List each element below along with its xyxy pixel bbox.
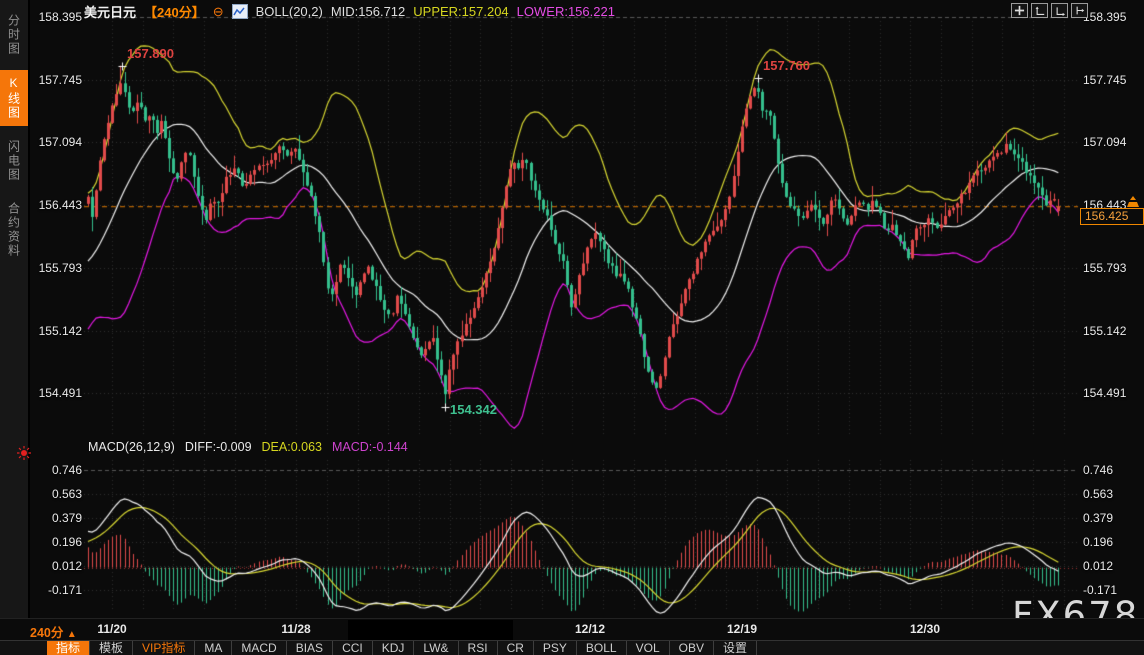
toolbar-button[interactable]: PSY	[534, 641, 577, 655]
sidebar-tab-label: K线图	[6, 76, 23, 120]
sidebar-tab-label: 分时图	[6, 14, 23, 56]
toolbar-button[interactable]: 模板	[90, 641, 133, 655]
price-axis-label: 155.793	[39, 261, 82, 275]
macd-axis-label: 0.012	[52, 559, 82, 573]
macd-dea-value: DEA:0.063	[262, 440, 322, 454]
price-annotation: 154.342	[450, 402, 497, 417]
macd-value: MACD:-0.144	[332, 440, 408, 454]
boll-lower-value: LOWER:156.221	[517, 4, 615, 19]
toolbar-button[interactable]: 设置	[714, 641, 757, 655]
chart-canvas[interactable]	[0, 0, 1144, 655]
toolbar-button[interactable]: MA	[195, 641, 232, 655]
price-axis-label: 155.142	[39, 324, 82, 338]
toolbar-button[interactable]: CCI	[333, 641, 373, 655]
chart-tool-icons	[1011, 3, 1088, 18]
macd-axis-label: 0.379	[52, 511, 82, 525]
date-label: 12/12	[575, 622, 605, 636]
toolbar-button[interactable]: CR	[498, 641, 534, 655]
date-label: 12/30	[910, 622, 940, 636]
price-axis-label: 154.491	[1083, 386, 1126, 400]
sidebar-tab[interactable]: 合约资料	[0, 196, 28, 264]
price-axis-label: 156.443	[39, 198, 82, 212]
toolbar-button[interactable]: VOL	[627, 641, 670, 655]
macd-axis-label: 0.563	[52, 487, 82, 501]
toolbar-button[interactable]: OBV	[670, 641, 714, 655]
toolbar-button[interactable]: VIP指标	[133, 641, 195, 655]
sidebar-tab[interactable]: K线图	[0, 70, 28, 126]
x-axis-row: 240分 ▲ 11/20 11/28 12/12 12/19 12/30	[0, 618, 1144, 641]
trading-app: 分时图 K线图 闪电图 合约资料 美元日元 【240分】 ⊖ BOLL(20,2…	[0, 0, 1144, 655]
period-label[interactable]: 【240分】	[144, 2, 205, 21]
macd-axis-label: -0.171	[48, 583, 82, 597]
sidebar-tab-label: 合约资料	[6, 202, 23, 258]
toolbar-button[interactable]: 指标	[47, 641, 90, 655]
date-label: 11/28	[281, 622, 310, 636]
boll-label: BOLL(20,2)	[256, 4, 323, 19]
boll-upper-value: UPPER:157.204	[413, 4, 508, 19]
axis-scale-bottom-icon[interactable]	[1051, 3, 1068, 18]
chart-titlebar: 美元日元 【240分】 ⊖ BOLL(20,2) MID:156.712 UPP…	[84, 3, 615, 20]
date-label: 11/20	[97, 622, 126, 636]
period-selector-label: 240分	[30, 626, 63, 640]
macd-axis-label: -0.171	[1083, 583, 1117, 597]
period-selector[interactable]: 240分 ▲	[30, 622, 77, 641]
toolbar-button[interactable]: BIAS	[287, 641, 333, 655]
macd-axis-label: 0.746	[52, 463, 82, 477]
macd-axis-label: 0.746	[1083, 463, 1113, 477]
symbol-name: 美元日元	[84, 2, 136, 21]
macd-axis-label: 0.379	[1083, 511, 1113, 525]
price-axis-label: 157.745	[1083, 73, 1126, 87]
macd-name: MACD(26,12,9)	[88, 440, 175, 454]
indicator-toolbar: 指标模板VIP指标MAMACDBIASCCIKDJLW&RSICRPSYBOLL…	[0, 640, 1144, 655]
zoom-out-icon[interactable]: ⊖	[213, 4, 224, 20]
price-axis-label: 157.745	[39, 73, 82, 87]
price-annotation: 157.890	[127, 46, 174, 61]
crosshair-icon[interactable]	[1011, 3, 1028, 18]
axis-scale-left-icon[interactable]	[1031, 3, 1048, 18]
toolbar-button[interactable]: LW&	[414, 641, 458, 655]
macd-axis-label: 0.012	[1083, 559, 1113, 573]
sidebar-tab[interactable]: 闪电图	[0, 134, 28, 188]
toolbar-button[interactable]: MACD	[232, 641, 286, 655]
triangle-up-icon: ▲	[67, 629, 77, 640]
macd-header: MACD(26,12,9) DIFF:-0.009 DEA:0.063 MACD…	[88, 440, 408, 454]
price-axis-label: 155.793	[1083, 261, 1126, 275]
price-annotation: 157.760	[763, 58, 810, 73]
macd-diff-value: DIFF:-0.009	[185, 440, 252, 454]
macd-axis-label: 0.196	[52, 535, 82, 549]
alert-sun-icon	[16, 445, 32, 466]
toolbar-button[interactable]: RSI	[459, 641, 498, 655]
toolbar-button[interactable]: BOLL	[577, 641, 627, 655]
chart-type-sidebar: 分时图 K线图 闪电图 合约资料	[0, 0, 30, 618]
macd-axis-label: 0.563	[1083, 487, 1113, 501]
indicator-chart-icon	[232, 4, 248, 19]
date-label: 12/19	[727, 622, 757, 636]
price-axis-label: 157.094	[39, 135, 82, 149]
price-axis-label: 158.395	[39, 10, 82, 24]
toolbar-button[interactable]: KDJ	[373, 641, 415, 655]
macd-axis-label: 0.196	[1083, 535, 1113, 549]
price-marker-icon	[1126, 195, 1140, 213]
axis-scale-right-icon[interactable]	[1071, 3, 1088, 18]
boll-mid-value: MID:156.712	[331, 4, 405, 19]
sidebar-tab[interactable]: 分时图	[0, 8, 28, 62]
redacted-label	[348, 620, 513, 640]
price-axis-label: 155.142	[1083, 324, 1126, 338]
price-axis-label: 154.491	[39, 386, 82, 400]
price-axis-label: 157.094	[1083, 135, 1126, 149]
sidebar-tab-label: 闪电图	[6, 140, 23, 182]
price-axis-label: 158.395	[1083, 10, 1126, 24]
